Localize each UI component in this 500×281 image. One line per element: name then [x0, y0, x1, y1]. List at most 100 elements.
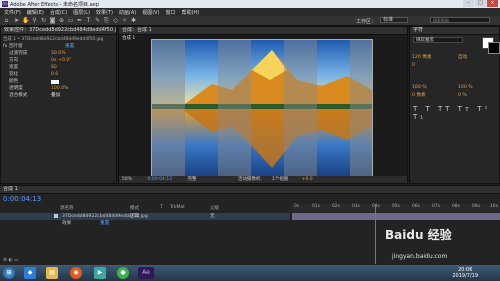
effect-controls-panel: 效果控件：37Dcedd8d922cbd484d9edd4f50.jpg 合成 …	[0, 26, 117, 184]
col-source-name[interactable]: 源名称	[60, 205, 74, 211]
effects-reset-button[interactable]: 重置	[100, 221, 109, 227]
prop-value[interactable]: 50.0%	[51, 51, 66, 57]
camera-dropdown[interactable]: 活动摄像机	[238, 177, 261, 182]
close-button[interactable]: ×	[487, 0, 498, 7]
prop-row-transition-completion[interactable]: 过渡完成 50.0%	[9, 51, 66, 57]
prop-row-feather[interactable]: 羽化 0.0	[9, 72, 58, 78]
effect-name: fx 百叶窗	[3, 44, 23, 49]
color-swatch[interactable]	[51, 80, 59, 84]
prop-value[interactable]: 0x +0.0°	[51, 58, 72, 64]
prop-label: 过渡完成	[9, 51, 28, 56]
start-button-icon[interactable]: ⊞	[3, 267, 15, 279]
selection-tool-icon[interactable]: ➤	[13, 17, 20, 24]
resolution-dropdown[interactable]: 完整	[187, 177, 196, 182]
horizontal-scale-row[interactable]: 100 %	[458, 85, 473, 91]
puppet-tool-icon[interactable]: ✱	[130, 17, 137, 24]
leading-row[interactable]: 自动	[458, 55, 467, 61]
character-tab[interactable]: 字符	[410, 27, 499, 35]
composition-tab[interactable]: 合成：合成 1	[119, 27, 407, 35]
rotate-tool-icon[interactable]: ↻	[40, 17, 47, 24]
tsume-row[interactable]: 0 %	[458, 93, 467, 99]
font-family-dropdown[interactable]: 微软雅黑	[413, 37, 463, 43]
prop-row-direction[interactable]: 方向 0x +0.0°	[9, 58, 72, 64]
prop-label: 宽度	[9, 65, 19, 70]
layer-parent-dropdown[interactable]: 无	[210, 213, 215, 220]
timeline-timecode[interactable]: 0:00:04:13	[3, 195, 41, 203]
playhead[interactable]	[375, 204, 376, 264]
timeline-column-header: 源名称 模式 T TrkMat 父级	[0, 205, 290, 211]
app-icon-1[interactable]: ◆	[24, 267, 36, 279]
app-icon-2[interactable]: ▶	[94, 267, 106, 279]
stroke-color-swatch[interactable]	[488, 42, 500, 54]
baseline-shift-row[interactable]: 0 像素	[412, 93, 426, 99]
menu-view[interactable]: 视图(V)	[142, 9, 159, 16]
type-tool-icon[interactable]: T	[85, 17, 92, 24]
eraser-tool-icon[interactable]: ◇	[112, 17, 119, 24]
col-parent[interactable]: 父级	[210, 205, 219, 211]
pan-behind-tool-icon[interactable]: ⊕	[58, 17, 65, 24]
viewer-timecode[interactable]: 0:00:04:13	[147, 177, 172, 182]
prop-row-opacity[interactable]: 透明度 100.0%	[9, 86, 69, 92]
zoom-dropdown[interactable]: 50%	[122, 177, 132, 182]
baidu-watermark-url: jingyan.baidu.com	[392, 253, 448, 260]
explorer-icon[interactable]: ▤	[46, 267, 58, 279]
col-mode[interactable]: 模式	[130, 205, 139, 211]
menu-bar: 文件(F) 编辑(E) 合成(C) 图层(L) 效果(T) 动画(A) 视图(V…	[0, 8, 500, 16]
prop-row-color[interactable]: 颜色	[9, 79, 59, 85]
views-dropdown[interactable]: 1个视图	[272, 177, 288, 182]
system-clock[interactable]: 20:06 2019/7/19	[452, 267, 478, 279]
effects-sub-row[interactable]: 效果 重置	[0, 221, 290, 227]
layer-row[interactable]: 37Dcedd8d922cbd484d9edd4f50.jpg 正常 无	[0, 213, 290, 220]
composition-canvas[interactable]	[151, 39, 373, 180]
menu-edit[interactable]: 编辑(E)	[27, 9, 44, 16]
rectangle-tool-icon[interactable]: ▭	[67, 17, 74, 24]
menu-effect[interactable]: 效果(T)	[96, 9, 113, 16]
maximize-button[interactable]: □	[475, 0, 486, 7]
timeline-tab[interactable]: 合成 1	[0, 186, 500, 194]
prop-row-blend-mode[interactable]: 混合模式 叠加	[9, 93, 60, 99]
prop-value[interactable]: 0.0	[51, 72, 58, 78]
prop-value[interactable]: 60	[51, 65, 57, 71]
camera-tool-icon[interactable]: ◙	[49, 17, 56, 24]
home-icon[interactable]: ⌂	[3, 17, 10, 24]
search-help-input[interactable]: 搜索帮助	[430, 17, 490, 23]
prop-row-width[interactable]: 宽度 60	[9, 65, 57, 71]
zoom-tool-icon[interactable]: ⚲	[31, 17, 38, 24]
tracking-row[interactable]: 0	[412, 63, 415, 69]
menu-animation[interactable]: 动画(A)	[119, 9, 136, 16]
pen-tool-icon[interactable]: ✒	[76, 17, 83, 24]
effect-row-venetian-blinds[interactable]: fx 百叶窗 重置	[3, 44, 74, 50]
clone-stamp-tool-icon[interactable]: ⎘	[103, 17, 110, 24]
layer-color-label[interactable]	[54, 214, 58, 218]
reset-button[interactable]: 重置	[65, 44, 74, 50]
brush-tool-icon[interactable]: ✎	[94, 17, 101, 24]
col-trkmat[interactable]: TrkMat	[170, 205, 185, 210]
layer-mode-dropdown[interactable]: 正常	[130, 213, 139, 220]
menu-layer[interactable]: 图层(L)	[73, 9, 90, 16]
col-t[interactable]: T	[160, 205, 163, 210]
blend-mode-dropdown[interactable]: 叠加	[51, 93, 60, 99]
menu-window[interactable]: 窗口	[166, 9, 176, 16]
minimize-button[interactable]: –	[463, 0, 474, 7]
vertical-scale-row[interactable]: 100 %	[412, 85, 427, 91]
effect-controls-tab[interactable]: 效果控件：37Dcedd8d922cbd484d9edd4f50.jpg	[1, 27, 116, 35]
roto-brush-tool-icon[interactable]: ✧	[121, 17, 128, 24]
hand-tool-icon[interactable]: ✋	[22, 17, 29, 24]
prop-value[interactable]: 100.0%	[51, 86, 69, 92]
app-icon-3[interactable]: ●	[117, 267, 129, 279]
exposure-value[interactable]: +0.0	[302, 177, 313, 182]
after-effects-taskbar-button[interactable]: Ae	[138, 267, 154, 279]
prop-label: 混合模式	[9, 93, 28, 98]
firefox-icon[interactable]: ◉	[70, 267, 82, 279]
baidu-watermark: Baidu 经验	[385, 228, 452, 242]
font-size-row[interactable]: 120 像素	[412, 55, 431, 61]
menu-help[interactable]: 帮助(H)	[182, 9, 200, 16]
menu-composition[interactable]: 合成(C)	[50, 9, 67, 16]
composition-subtab[interactable]: 合成 1	[122, 35, 135, 41]
workspace-dropdown[interactable]: 标准	[380, 17, 408, 23]
timeline-footer-icons[interactable]: ⚙ ◐ ▭	[3, 258, 18, 263]
time-ruler[interactable]: 0s 01s 02s 03s 04s 05s 06s 07s 08s 09s 1…	[292, 204, 500, 212]
menu-file[interactable]: 文件(F)	[4, 9, 21, 16]
layer-duration-bar[interactable]	[292, 213, 500, 220]
text-style-buttons[interactable]: T T TT Tт T¹ T₁	[413, 105, 499, 121]
